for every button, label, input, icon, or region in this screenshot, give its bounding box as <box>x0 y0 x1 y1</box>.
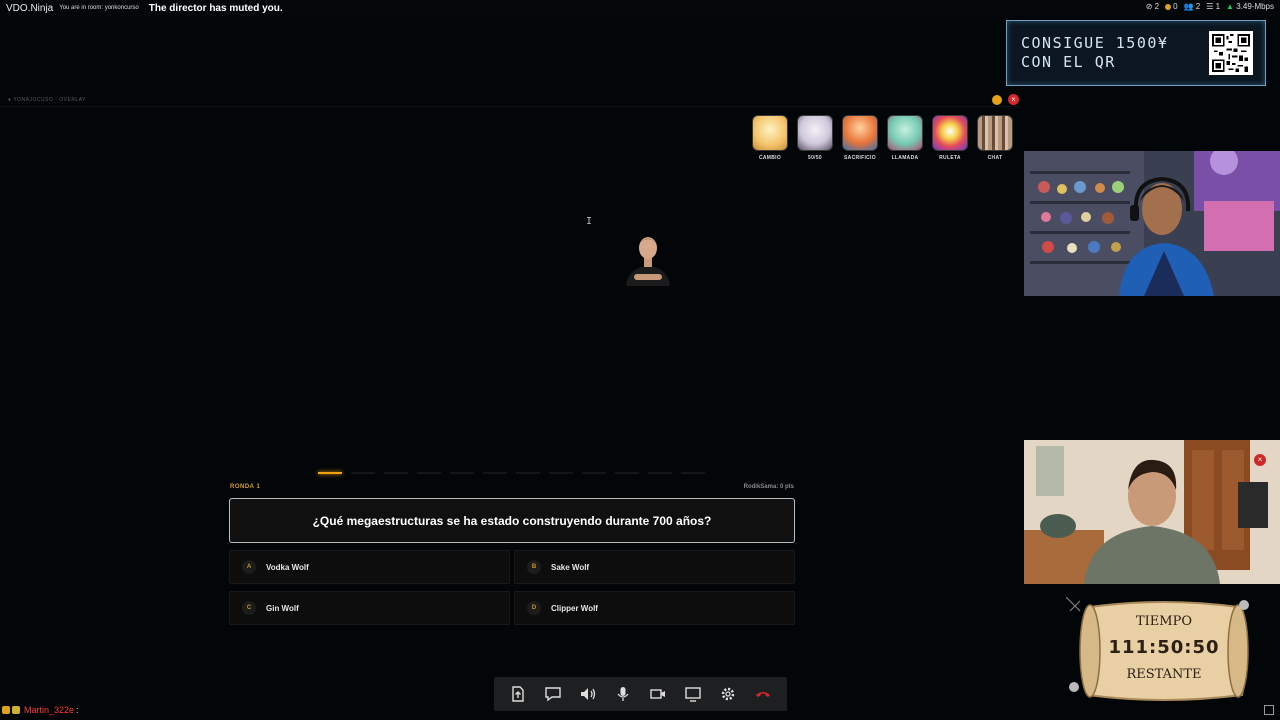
webcam-feed-guest[interactable]: × <box>1024 440 1280 584</box>
bitrate-stat: ▲ 3.49-Mbps <box>1226 2 1274 11</box>
overlay-divider <box>0 106 1020 107</box>
overlay-label: ● YONAJOCUSO · OVERLAY <box>8 97 87 103</box>
webcam-feed-main[interactable] <box>1024 151 1280 296</box>
hangup-icon <box>756 692 771 697</box>
progress-segment <box>351 472 375 474</box>
progress-segment <box>483 472 507 474</box>
powerup-label: CAMBIO <box>758 155 782 161</box>
progress-segment <box>450 472 474 474</box>
answer-letter: B <box>527 560 541 574</box>
close-button[interactable]: × <box>1008 94 1019 105</box>
progress-segment <box>384 472 408 474</box>
powerups-bar: CAMBIO 50/50 SACRIFICIO LLAMADA RULETA C… <box>752 115 1013 161</box>
progress-segment <box>417 472 441 474</box>
chat-button[interactable] <box>541 682 565 706</box>
screen-share-icon <box>685 687 701 702</box>
answer-letter: A <box>242 560 256 574</box>
countdown-timer: TIEMPO 111:50:50 RESTANTE <box>1066 597 1262 705</box>
camera-button[interactable] <box>646 682 670 706</box>
camera-icon <box>650 689 666 699</box>
powerup-ruleta[interactable]: RULETA <box>932 115 968 161</box>
mic-stat: 0 <box>1165 2 1178 11</box>
minimize-button[interactable] <box>992 95 1002 105</box>
progress-segment <box>582 472 606 474</box>
answer-letter: D <box>527 601 541 615</box>
answer-option-b[interactable]: B Sake Wolf <box>514 550 795 584</box>
progress-segment <box>516 472 540 474</box>
question-box: ¿Qué megaestructuras se ha estado constr… <box>229 498 795 543</box>
answer-letter: C <box>242 601 256 615</box>
powerup-50-50[interactable]: 50/50 <box>797 115 833 161</box>
host-avatar <box>620 230 676 286</box>
chat-powerup-icon <box>977 115 1013 151</box>
vdo-ninja-window: VDO.Ninja You are in room: yonkoncurso T… <box>0 0 1280 720</box>
settings-button[interactable] <box>716 682 740 706</box>
badge-icon <box>2 706 10 714</box>
connection-stats: ⊘ 2 0 👥 2 ☰ 1 ▲ 3.49-Mbps <box>1146 2 1274 11</box>
badge-icon <box>12 706 20 714</box>
fullscreen-icon[interactable] <box>1264 705 1274 715</box>
remove-feed-button[interactable]: × <box>1254 454 1266 466</box>
powerup-label: CHAT <box>987 155 1003 161</box>
promo-line-2: CON EL QR <box>1021 53 1116 71</box>
settings-icon <box>722 687 735 701</box>
powerup-sacrificio[interactable]: SACRIFICIO <box>842 115 878 161</box>
qr-code-image <box>1209 31 1253 75</box>
player-score: RodikSama: 0 pts <box>743 484 794 490</box>
progress-segment <box>648 472 672 474</box>
answer-text: Gin Wolf <box>266 603 299 613</box>
powerup-chat[interactable]: CHAT <box>977 115 1013 161</box>
users-stat: 👥 2 <box>1183 2 1201 11</box>
powerup-label: SACRIFICIO <box>844 155 876 161</box>
sacrificio-icon <box>842 115 878 151</box>
answer-option-c[interactable]: C Gin Wolf <box>229 591 510 625</box>
powerup-label: RULETA <box>939 155 961 161</box>
answer-text: Sake Wolf <box>551 562 590 572</box>
list-stat: ☰ 1 <box>1206 2 1221 11</box>
chat-message: Martin_322e : <box>0 704 79 716</box>
text-cursor-icon: I <box>586 216 593 227</box>
microphone-button[interactable] <box>611 682 635 706</box>
link-stat: ⊘ 2 <box>1145 2 1160 11</box>
timer-clock: 111:50:50 <box>1108 637 1220 658</box>
qr-promo-banner: CONSIGUE 1500¥ CON EL QR <box>1006 20 1266 86</box>
powerup-label: 50/50 <box>807 155 822 161</box>
speaker-icon <box>580 688 595 700</box>
chat-username[interactable]: Martin_322e <box>24 705 74 715</box>
powerup-label: LLAMADA <box>891 155 919 161</box>
speaker-button[interactable] <box>576 682 600 706</box>
promo-line-1: CONSIGUE 1500¥ <box>1021 34 1169 52</box>
llamada-icon <box>887 115 923 151</box>
round-label: RONDA 1 <box>230 484 261 490</box>
timer-subtitle: RESTANTE <box>1126 667 1202 682</box>
timer-title: TIEMPO <box>1135 614 1192 629</box>
answer-option-a[interactable]: A Vodka Wolf <box>229 550 510 584</box>
screen-share-button[interactable] <box>681 682 705 706</box>
microphone-icon <box>617 687 629 701</box>
muted-notice: The director has muted you. <box>148 2 283 14</box>
progress-segment <box>681 472 705 474</box>
ruleta-icon <box>932 115 968 151</box>
app-brand[interactable]: VDO.Ninja <box>6 3 53 14</box>
share-file-icon <box>511 686 524 702</box>
question-progress <box>318 472 705 474</box>
hangup-button[interactable] <box>751 682 775 706</box>
fifty-fifty-icon <box>797 115 833 151</box>
promo-text: CONSIGUE 1500¥ CON EL QR <box>1021 34 1168 72</box>
progress-segment <box>549 472 573 474</box>
room-info: You are in room: yonkoncurso <box>59 5 139 11</box>
call-controls <box>494 677 787 711</box>
top-bar: VDO.Ninja You are in room: yonkoncurso T… <box>0 0 1280 16</box>
share-file-button[interactable] <box>506 682 530 706</box>
powerup-cambio[interactable]: CAMBIO <box>752 115 788 161</box>
cambio-icon <box>752 115 788 151</box>
answer-text: Clipper Wolf <box>551 603 598 613</box>
answer-text: Vodka Wolf <box>266 562 309 572</box>
progress-segment <box>318 472 342 474</box>
answer-option-d[interactable]: D Clipper Wolf <box>514 591 795 625</box>
progress-segment <box>615 472 639 474</box>
chat-separator: : <box>76 705 79 715</box>
chat-icon <box>544 687 561 702</box>
powerup-llamada[interactable]: LLAMADA <box>887 115 923 161</box>
